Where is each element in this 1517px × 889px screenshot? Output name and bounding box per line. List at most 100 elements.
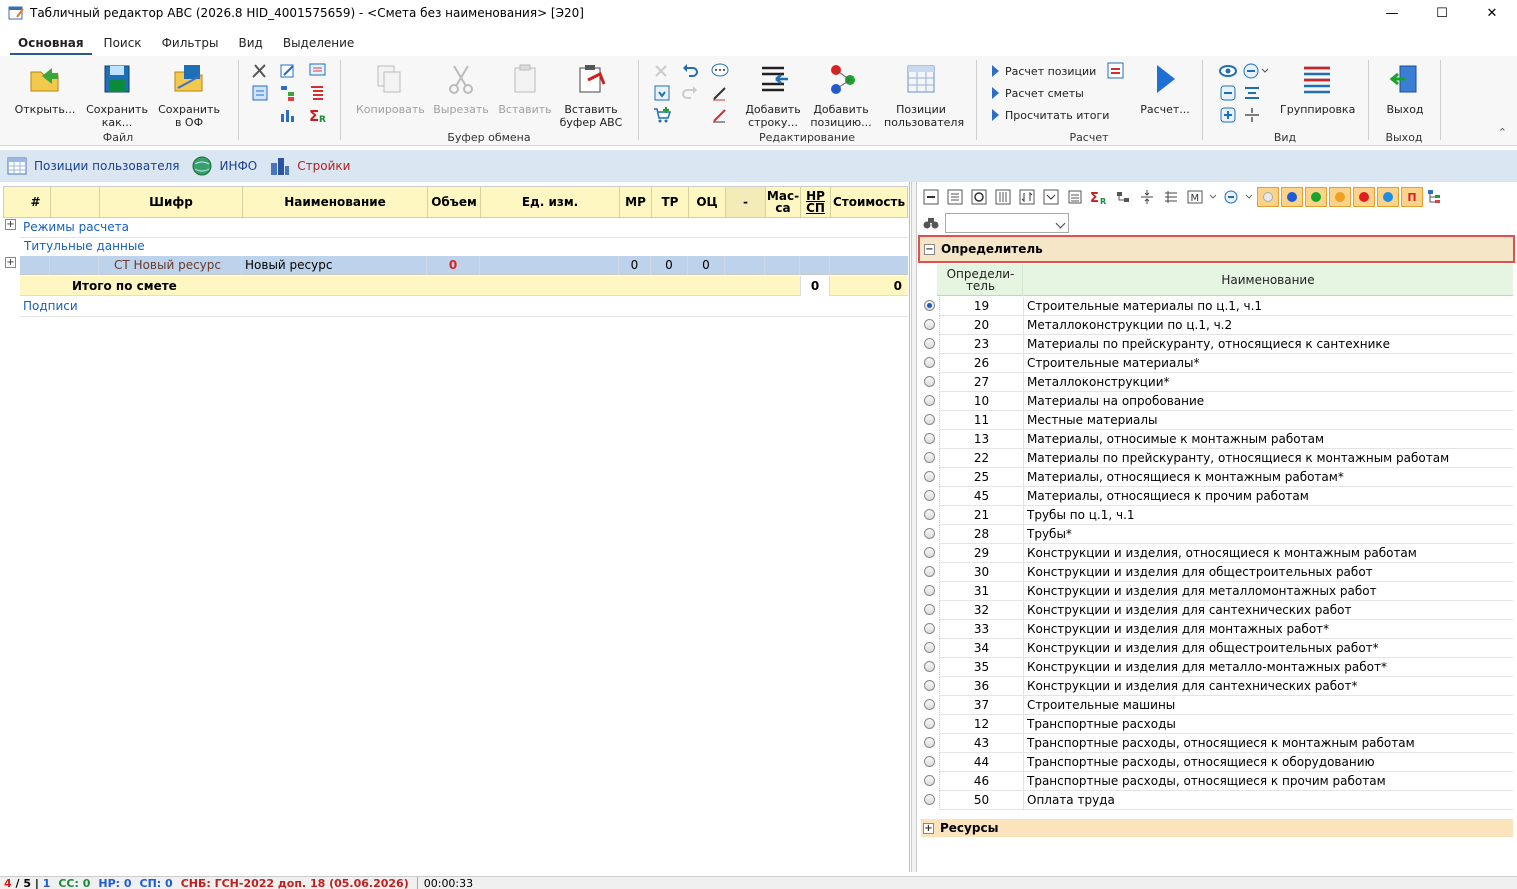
col-dash[interactable]: - <box>726 187 766 217</box>
close-icon[interactable]: ✕ <box>1467 0 1517 26</box>
list-item[interactable]: 33 Конструкции и изделия для монтажных ра… <box>917 620 1515 639</box>
radio-button[interactable] <box>924 509 935 520</box>
sum-r-icon[interactable]: ΣR <box>1089 187 1109 207</box>
swap-icon[interactable] <box>250 84 270 102</box>
filter-white-dot-icon[interactable] <box>1257 187 1279 207</box>
eye-icon[interactable] <box>1218 62 1238 80</box>
col-determinant[interactable]: Определи- тель <box>939 264 1023 296</box>
table-row[interactable]: СТ Новый ресурс Новый ресурс 0 0 0 0 <box>20 256 908 275</box>
filter-p-icon[interactable]: П <box>1401 187 1423 207</box>
list-item[interactable]: 37 Строительные машины <box>917 696 1515 715</box>
cut-button[interactable]: Вырезать <box>428 60 494 116</box>
calc-position-button[interactable]: Расчет позиции <box>992 61 1096 81</box>
radio-button[interactable] <box>924 699 935 710</box>
col-oc[interactable]: ОЦ <box>689 187 726 217</box>
row-tr-cell[interactable]: 0 <box>651 256 688 275</box>
radio-button[interactable] <box>924 604 935 615</box>
radio-button[interactable] <box>924 794 935 805</box>
list-red-icon[interactable] <box>308 84 328 102</box>
radio-button[interactable] <box>924 566 935 577</box>
col-tr[interactable]: ТР <box>652 187 689 217</box>
list-item[interactable]: 26 Строительные материалы* <box>917 354 1515 373</box>
list-item[interactable]: 31 Конструкции и изделия для металломонта… <box>917 582 1515 601</box>
list-item[interactable]: 10 Материалы на опробование <box>917 392 1515 411</box>
radio-button[interactable] <box>924 547 935 558</box>
list-item[interactable]: 46 Транспортные расходы, относящиеся к пр… <box>917 772 1515 791</box>
list-item[interactable]: 32 Конструкции и изделия для сантехническ… <box>917 601 1515 620</box>
radio-button[interactable] <box>924 414 935 425</box>
filter-down-icon[interactable] <box>652 84 672 102</box>
zoom-icon[interactable] <box>1221 187 1241 207</box>
modes-row[interactable]: Режимы расчета <box>20 218 908 238</box>
cart-icon[interactable] <box>652 106 672 124</box>
grid-box-icon[interactable] <box>945 187 965 207</box>
add-row-button[interactable]: Добавить строку... <box>740 60 806 129</box>
row-code-cell[interactable]: СТ Новый ресурс <box>99 256 242 275</box>
radio-button[interactable] <box>924 528 935 539</box>
expand-resource-icon[interactable]: + <box>5 257 16 268</box>
calc-big-button[interactable]: Расчет... <box>1132 60 1198 116</box>
modes-link[interactable]: Режимы расчета <box>20 220 129 234</box>
list-item[interactable]: 22 Материалы по прейскуранту, относящиеся… <box>917 449 1515 468</box>
list-item[interactable]: 35 Конструкции и изделия для металло-монт… <box>917 658 1515 677</box>
list-item[interactable]: 34 Конструкции и изделия для общестроител… <box>917 639 1515 658</box>
radio-button[interactable] <box>924 623 935 634</box>
list-item[interactable]: 20 Металлоконструкции по ц.1, ч.2 <box>917 316 1515 335</box>
list-lines-icon[interactable] <box>1161 187 1181 207</box>
list-item[interactable]: 23 Материалы по прейскуранту, относящиеся… <box>917 335 1515 354</box>
split-icon[interactable] <box>1242 106 1262 124</box>
columns-icon[interactable] <box>993 187 1013 207</box>
radio-button[interactable] <box>924 680 935 691</box>
col-nr-sp[interactable]: НР СП <box>801 187 831 217</box>
list-item[interactable]: 36 Конструкции и изделия для сантехническ… <box>917 677 1515 696</box>
list-item[interactable]: 12 Транспортные расходы <box>917 715 1515 734</box>
equals-icon[interactable] <box>1106 62 1126 80</box>
collapse-determinant-icon[interactable]: − <box>924 243 935 255</box>
collapse-ribbon-icon[interactable]: ⌃ <box>1498 126 1507 139</box>
dropdown-arrow-icon[interactable] <box>1209 187 1217 207</box>
list-item[interactable]: 11 Местные материалы <box>917 411 1515 430</box>
list-item[interactable]: 45 Материалы, относящиеся к прочим работа… <box>917 487 1515 506</box>
list-item[interactable]: 30 Конструкции и изделия для общестроител… <box>917 563 1515 582</box>
delete-row-icon[interactable] <box>652 62 672 80</box>
determinant-section-header[interactable]: − Определитель <box>918 235 1515 263</box>
tree-color-icon[interactable] <box>1425 187 1445 207</box>
radio-button[interactable] <box>924 433 935 444</box>
paste-abc-button[interactable]: Вставить буфер АВС <box>558 60 624 129</box>
list-item[interactable]: 44 Транспортные расходы, относящиеся к об… <box>917 753 1515 772</box>
zoom-dropdown-icon[interactable] <box>1242 62 1269 80</box>
list-item[interactable]: 25 Материалы, относящиеся к монтажным раб… <box>917 468 1515 487</box>
filter-green-dot-icon[interactable] <box>1305 187 1327 207</box>
radio-button[interactable] <box>924 357 935 368</box>
col-code[interactable]: Шифр <box>100 187 243 217</box>
paste-button[interactable]: Вставить <box>492 60 558 116</box>
refresh-icon[interactable] <box>969 187 989 207</box>
row-name-cell[interactable]: Новый ресурс <box>242 256 427 275</box>
collapse-icon[interactable] <box>1218 84 1238 102</box>
tools-icon[interactable] <box>250 62 270 80</box>
radio-button[interactable] <box>924 642 935 653</box>
hierarchy-icon[interactable] <box>1113 187 1133 207</box>
col-volume[interactable]: Объем <box>428 187 481 217</box>
tab-selection[interactable]: Выделение <box>275 33 362 55</box>
edit-icon[interactable] <box>278 62 298 80</box>
list-item[interactable]: 27 Металлоконструкции* <box>917 373 1515 392</box>
radio-button[interactable] <box>924 661 935 672</box>
col-determinant-name[interactable]: Наименование <box>1023 264 1513 296</box>
construction-link[interactable]: Стройки <box>269 155 350 177</box>
row-volume-cell[interactable]: 0 <box>427 256 480 275</box>
print-icon[interactable] <box>1065 187 1085 207</box>
filter-info-dot-icon[interactable] <box>1377 187 1399 207</box>
save-of-button[interactable]: Сохранить в ОФ <box>156 60 222 129</box>
col-mass[interactable]: Мас-са <box>766 187 801 217</box>
tab-main[interactable]: Основная <box>10 33 92 55</box>
list-item[interactable]: 19 Строительные материалы по ц.1, ч.1 <box>917 297 1515 316</box>
resources-section-header[interactable]: + Ресурсы <box>921 819 1513 837</box>
filter-orange-dot-icon[interactable] <box>1329 187 1351 207</box>
radio-button[interactable] <box>924 585 935 596</box>
info-link[interactable]: ИНФО <box>191 155 257 177</box>
split-rows-icon[interactable] <box>1137 187 1157 207</box>
radio-button[interactable] <box>924 452 935 463</box>
pen-red-icon[interactable] <box>710 106 730 124</box>
expand-resources-icon[interactable]: + <box>923 822 934 834</box>
